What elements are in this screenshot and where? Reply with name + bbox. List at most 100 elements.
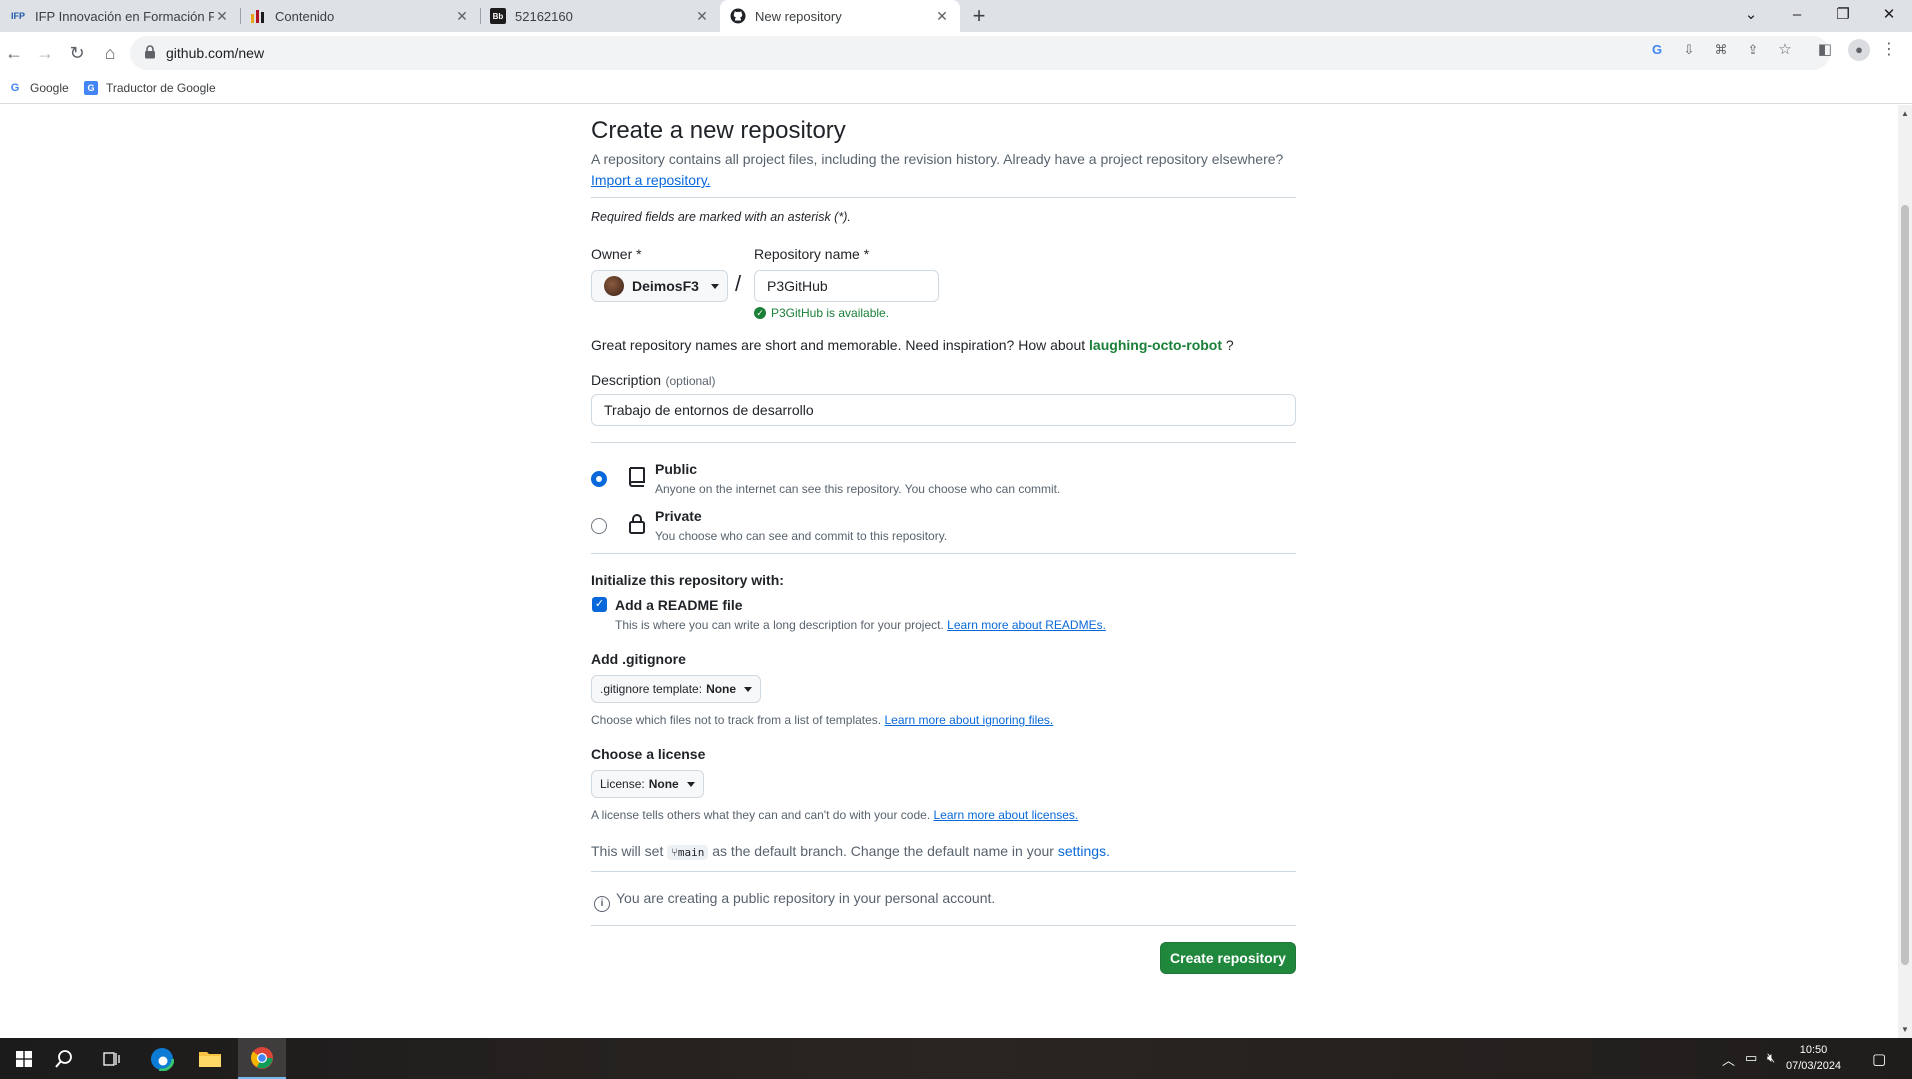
gitignore-learn-more-link[interactable]: Learn more about ignoring files.: [884, 713, 1053, 727]
bookmark-star-icon[interactable]: ☆: [1776, 41, 1794, 59]
close-icon[interactable]: ✕: [934, 8, 950, 25]
tray-chevron-up-icon[interactable]: ︿: [1722, 1050, 1735, 1069]
public-radio[interactable]: [591, 471, 607, 487]
volume-muted-icon[interactable]: 🔇︎: [1767, 1050, 1775, 1066]
scroll-up-arrow-icon[interactable]: ▲: [1901, 109, 1909, 118]
license-learn-more-link[interactable]: Learn more about licenses.: [934, 808, 1079, 822]
google-lens-icon[interactable]: G: [1648, 41, 1666, 59]
required-note: Required fields are marked with an aster…: [591, 210, 851, 224]
install-app-icon[interactable]: ⇩: [1680, 41, 1698, 59]
new-tab-button[interactable]: +: [966, 3, 992, 29]
caret-down-icon: [744, 686, 753, 692]
private-radio[interactable]: [591, 518, 607, 534]
close-icon[interactable]: ✕: [214, 8, 230, 25]
license-select-value: None: [648, 777, 679, 791]
tab-search-chevron-icon[interactable]: ⌄: [1728, 0, 1774, 32]
initialize-heading: Initialize this repository with:: [591, 572, 784, 588]
menu-kebab-icon[interactable]: ⋮: [1880, 41, 1898, 59]
network-icon[interactable]: ▭: [1745, 1050, 1757, 1066]
file-explorer-icon[interactable]: [186, 1038, 234, 1079]
readme-label[interactable]: Add a README file: [615, 597, 743, 613]
gitignore-template-select[interactable]: .gitignore template: None: [591, 675, 762, 703]
tab-blackboard[interactable]: Bb 52162160 ✕: [480, 0, 720, 32]
divider: [591, 925, 1296, 926]
tab-ifp[interactable]: IFP IFP Innovación en Formación Pr ✕: [0, 0, 240, 32]
tab-new-repository[interactable]: New repository ✕: [720, 0, 960, 32]
close-icon[interactable]: ✕: [454, 8, 470, 25]
description-label-text: Description: [591, 372, 662, 388]
divider: [591, 442, 1296, 443]
readme-checkbox[interactable]: ✓: [592, 597, 607, 612]
google-translate-icon: G: [84, 81, 98, 95]
profile-avatar-icon[interactable]: ●: [1848, 39, 1870, 61]
translate-icon[interactable]: ⌘: [1712, 41, 1730, 59]
readme-learn-more-link[interactable]: Learn more about READMEs.: [947, 618, 1106, 632]
public-label[interactable]: Public: [655, 461, 697, 477]
scrollbar-thumb[interactable]: [1901, 205, 1909, 965]
inspiration-suffix: ?: [1225, 337, 1234, 353]
description-label: Description (optional): [591, 372, 716, 390]
repo-book-icon: [629, 467, 645, 487]
license-help: A license tells others what they can and…: [591, 808, 1078, 822]
bookmark-google[interactable]: G Google: [8, 81, 69, 95]
bookmarks-bar: G Google G Traductor de Google: [0, 74, 1912, 104]
tab-contenido[interactable]: Contenido ✕: [240, 0, 480, 32]
edge-browser-icon[interactable]: [138, 1038, 186, 1079]
chrome-taskbar-icon[interactable]: [238, 1038, 286, 1079]
divider: [591, 197, 1296, 198]
home-icon[interactable]: ⌂: [98, 41, 122, 65]
private-label[interactable]: Private: [655, 508, 702, 524]
caret-down-icon: [710, 283, 719, 289]
tab-title: IFP Innovación en Formación Pr: [35, 8, 214, 24]
scroll-down-arrow-icon[interactable]: ▼: [1901, 1025, 1909, 1034]
restore-button[interactable]: ❐: [1820, 0, 1866, 32]
git-branch-icon: ⑂: [671, 846, 678, 859]
license-select-prefix: License:: [600, 777, 645, 791]
google-icon: G: [10, 82, 20, 94]
tab-title: Contenido: [275, 8, 335, 24]
owner-repo-separator: /: [735, 271, 742, 296]
avatar: [604, 276, 624, 296]
description-input[interactable]: Trabajo de entornos de desarrollo: [591, 394, 1296, 426]
task-view-icon[interactable]: [88, 1038, 136, 1079]
gitignore-heading: Add .gitignore: [591, 651, 686, 667]
close-window-button[interactable]: ✕: [1866, 0, 1912, 32]
import-repository-link[interactable]: Import a repository.: [591, 172, 711, 188]
settings-link[interactable]: settings.: [1058, 843, 1110, 859]
suggested-name-button[interactable]: laughing-octo-robot: [1089, 337, 1222, 353]
owner-dropdown[interactable]: DeimosF3: [591, 270, 728, 302]
gitignore-select-value: None: [706, 682, 737, 696]
check-circle-icon: ✓: [754, 307, 766, 319]
create-repository-button[interactable]: Create repository: [1160, 942, 1296, 974]
page-scrollbar[interactable]: ▲ ▼: [1898, 105, 1912, 1038]
bookmark-label: Google: [30, 81, 69, 95]
reload-icon[interactable]: ↻: [65, 41, 89, 65]
share-icon[interactable]: ⇪: [1744, 41, 1762, 59]
address-bar[interactable]: github.com/new: [130, 36, 1830, 70]
blackboard-favicon-icon: Bb: [490, 8, 506, 24]
notifications-icon[interactable]: ▢: [1872, 1050, 1886, 1068]
page-title: Create a new repository: [591, 117, 846, 144]
gitignore-description: Choose which files not to track from a l…: [591, 713, 882, 727]
repository-name-input[interactable]: P3GitHub: [754, 270, 939, 302]
minimize-button[interactable]: –: [1774, 0, 1820, 32]
close-icon[interactable]: ✕: [694, 8, 710, 25]
branch-name: main: [677, 846, 705, 859]
side-panel-icon[interactable]: ◧: [1816, 41, 1834, 59]
forward-arrow-icon[interactable]: →: [33, 41, 57, 65]
browser-tabstrip: IFP IFP Innovación en Formación Pr ✕ Con…: [0, 0, 1912, 32]
availability-text: P3GitHub is available.: [771, 306, 890, 320]
inspiration-text: Great repository names are short and mem…: [591, 337, 1234, 353]
system-clock[interactable]: 10:50 07/03/2024: [1786, 1042, 1841, 1074]
license-select[interactable]: License: None: [591, 770, 704, 798]
search-icon[interactable]: [40, 1038, 88, 1079]
back-arrow-icon[interactable]: ←: [2, 41, 26, 65]
page-viewport: Create a new repository A repository con…: [0, 105, 1898, 1038]
bookmark-traductor[interactable]: G Traductor de Google: [84, 81, 216, 95]
github-favicon-icon: [730, 8, 746, 24]
inspiration-prefix: Great repository names are short and mem…: [591, 337, 1086, 353]
divider: [591, 553, 1296, 554]
caret-down-icon: [686, 781, 695, 787]
info-note: i You are creating a public repository in…: [594, 890, 995, 912]
browser-toolbar: ← → ↻ ⌂ github.com/new G ⇩ ⌘ ⇪ ☆ ◧ ● ⋮: [0, 32, 1912, 74]
